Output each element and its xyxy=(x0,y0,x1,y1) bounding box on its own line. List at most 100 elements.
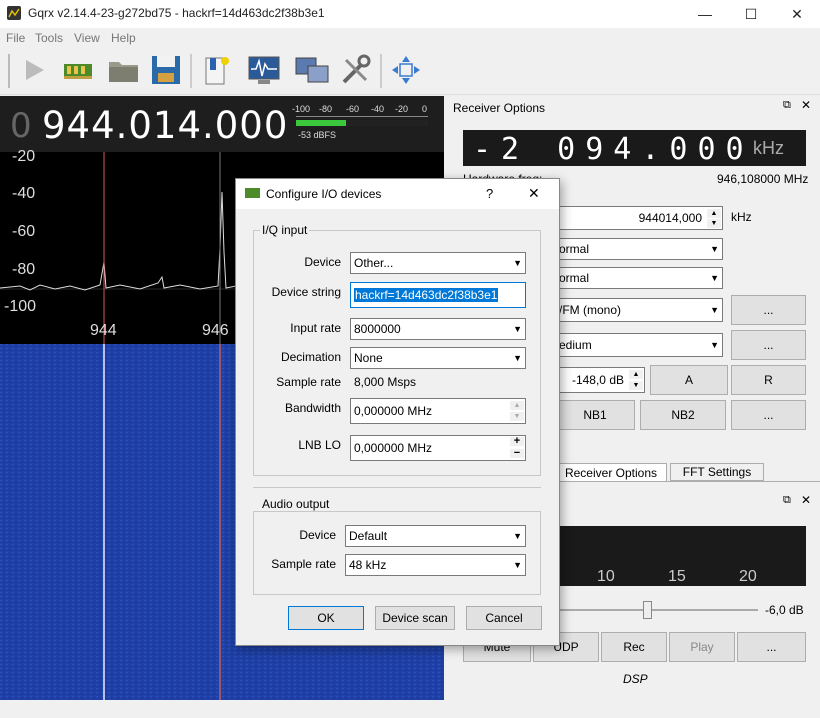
spin-down-icon[interactable]: ▼ xyxy=(510,412,524,421)
decimation-select[interactable]: None ▼ xyxy=(350,347,526,369)
signal-meter: -100 -80 -60 -40 -20 0 -53 dBFS xyxy=(292,100,432,146)
freq-value[interactable]: 944.014.000 xyxy=(42,104,288,147)
audio-device-value: Default xyxy=(349,529,388,543)
offset-value[interactable]: -2 094.000 xyxy=(473,132,754,167)
device-string-input[interactable]: hackrf=14d463dc2f38b3e1 xyxy=(350,282,526,308)
fft-monitor-icon[interactable] xyxy=(246,52,282,88)
input-rate-label: Input rate xyxy=(290,321,341,335)
filter-width-select[interactable]: ormal ▼ xyxy=(555,238,723,260)
lnb-lo-input[interactable]: 0,000000 MHz + − xyxy=(350,435,526,461)
frequency-display[interactable]: 0 944.014.000 -100 -80 -60 -40 -20 0 -53… xyxy=(0,96,444,152)
audio-gain-slider[interactable] xyxy=(560,609,758,611)
tab-fft-settings[interactable]: FFT Settings xyxy=(670,463,764,481)
help-icon[interactable]: ? xyxy=(486,186,493,201)
device-string-value: hackrf=14d463dc2f38b3e1 xyxy=(354,288,499,302)
audio-gain-slider-handle[interactable] xyxy=(643,601,652,619)
open-folder-icon[interactable] xyxy=(106,52,142,88)
nb-options-button[interactable]: ... xyxy=(731,400,806,430)
nb2-button[interactable]: NB2 xyxy=(640,400,726,430)
chevron-down-icon: ▼ xyxy=(710,340,719,350)
chevron-down-icon: ▼ xyxy=(710,273,719,283)
spin-up-icon[interactable]: ▲ xyxy=(510,401,524,410)
squelch-auto-button[interactable]: A xyxy=(650,365,728,395)
audio-output-group-label: Audio output xyxy=(260,497,332,511)
audio-device-label: Device xyxy=(299,528,336,542)
input-rate-select[interactable]: 8000000 ▼ xyxy=(350,318,526,340)
play-icon[interactable] xyxy=(16,52,52,88)
spin-down-icon[interactable]: ▼ xyxy=(707,219,721,228)
menu-view[interactable]: View xyxy=(74,31,100,45)
mode-select[interactable]: /FM (mono) ▼ xyxy=(555,298,723,322)
close-dock-icon[interactable]: ✕ xyxy=(801,493,811,507)
save-icon[interactable] xyxy=(148,52,184,88)
float-dock-icon[interactable]: ⧉ xyxy=(783,494,791,507)
toolbar-separator xyxy=(190,54,192,88)
audio-device-select[interactable]: Default ▼ xyxy=(345,525,526,547)
squelch-input[interactable]: -148,0 dB ▲ ▼ xyxy=(555,367,645,393)
close-button[interactable]: ✕ xyxy=(774,0,820,28)
menu-file[interactable]: File xyxy=(6,31,25,45)
remote-control-icon[interactable] xyxy=(294,52,330,88)
meter-tick: -100 xyxy=(292,104,311,114)
squelch-reset-button[interactable]: R xyxy=(731,365,806,395)
menu-help[interactable]: Help xyxy=(111,31,136,45)
chevron-down-icon: ▼ xyxy=(513,353,522,363)
audio-sample-rate-select[interactable]: 48 kHz ▼ xyxy=(345,554,526,576)
float-dock-icon[interactable]: ⧉ xyxy=(783,99,791,112)
plus-icon[interactable]: + xyxy=(510,436,524,447)
chevron-down-icon: ▼ xyxy=(710,244,719,254)
spin-up-icon[interactable]: ▲ xyxy=(629,370,643,379)
mode-options-button[interactable]: ... xyxy=(731,295,806,325)
minimize-button[interactable]: — xyxy=(682,0,728,28)
dialog-title: Configure I/O devices xyxy=(266,187,382,201)
freq-leading-digit[interactable]: 0 xyxy=(10,106,32,146)
hw-freq-value: 946,108000 MHz xyxy=(717,172,809,186)
agc-value: edium xyxy=(559,338,592,352)
offset-display[interactable]: -2 094.000 kHz xyxy=(463,130,806,167)
device-scan-button[interactable]: Device scan xyxy=(375,606,455,630)
audio-tick: 15 xyxy=(668,568,686,585)
dsp-label: DSP xyxy=(623,672,648,686)
rec-button[interactable]: Rec xyxy=(601,632,667,662)
lnb-lo-value: 0,000000 MHz xyxy=(354,441,433,455)
dialog-close-icon[interactable]: ✕ xyxy=(528,185,540,202)
cancel-button[interactable]: Cancel xyxy=(466,606,542,630)
menu-bar: File Tools View Help xyxy=(0,28,820,48)
spin-down-icon[interactable]: ▼ xyxy=(629,381,643,390)
audio-options-button[interactable]: ... xyxy=(737,632,806,662)
freq-unit-label: kHz xyxy=(731,210,752,224)
menu-tools[interactable]: Tools xyxy=(35,31,63,45)
bandwidth-input[interactable]: 0,000000 MHz ▲ ▼ xyxy=(350,398,526,424)
meter-tick: -60 xyxy=(346,104,360,114)
squelch-value: -148,0 dB xyxy=(571,373,624,387)
bookmarks-icon[interactable] xyxy=(198,52,234,88)
ok-button[interactable]: OK xyxy=(288,606,364,630)
spin-up-icon[interactable]: ▲ xyxy=(707,209,721,218)
agc-select[interactable]: edium ▼ xyxy=(555,333,723,357)
bandwidth-label: Bandwidth xyxy=(284,401,341,415)
sample-rate-value: 8,000 Msps xyxy=(354,375,417,389)
maximize-button[interactable]: ☐ xyxy=(728,0,774,28)
iq-input-group-label: I/Q input xyxy=(260,223,310,237)
dialog-separator xyxy=(253,487,541,488)
device-select[interactable]: Other... ▼ xyxy=(350,252,526,274)
chevron-down-icon: ▼ xyxy=(513,560,522,570)
close-dock-icon[interactable]: ✕ xyxy=(801,98,811,112)
tab-receiver-options[interactable]: Receiver Options xyxy=(555,463,667,482)
fullscreen-arrows-icon[interactable] xyxy=(388,52,424,88)
device-config-icon[interactable] xyxy=(60,52,96,88)
settings-tools-icon[interactable] xyxy=(338,52,374,88)
audio-fft-display[interactable]: 10 15 20 xyxy=(555,526,806,586)
filter-shape-value: ormal xyxy=(559,271,590,285)
y-tick-label: -100 xyxy=(4,298,37,315)
play-button[interactable]: Play xyxy=(669,632,735,662)
minus-icon[interactable]: − xyxy=(510,448,524,459)
meter-scale-line xyxy=(296,116,428,117)
filter-shape-select[interactable]: ormal ▼ xyxy=(555,267,723,289)
window-title: Gqrx v2.14.4-23-g272bd75 - hackrf=14d463… xyxy=(28,6,325,20)
nb1-button[interactable]: NB1 xyxy=(555,400,635,430)
audio-output-group xyxy=(253,511,541,595)
frequency-input[interactable]: 944014,000 ▲ ▼ xyxy=(555,206,723,230)
dialog-title-bar: Configure I/O devices ? ✕ xyxy=(236,179,559,209)
agc-options-button[interactable]: ... xyxy=(731,330,806,360)
